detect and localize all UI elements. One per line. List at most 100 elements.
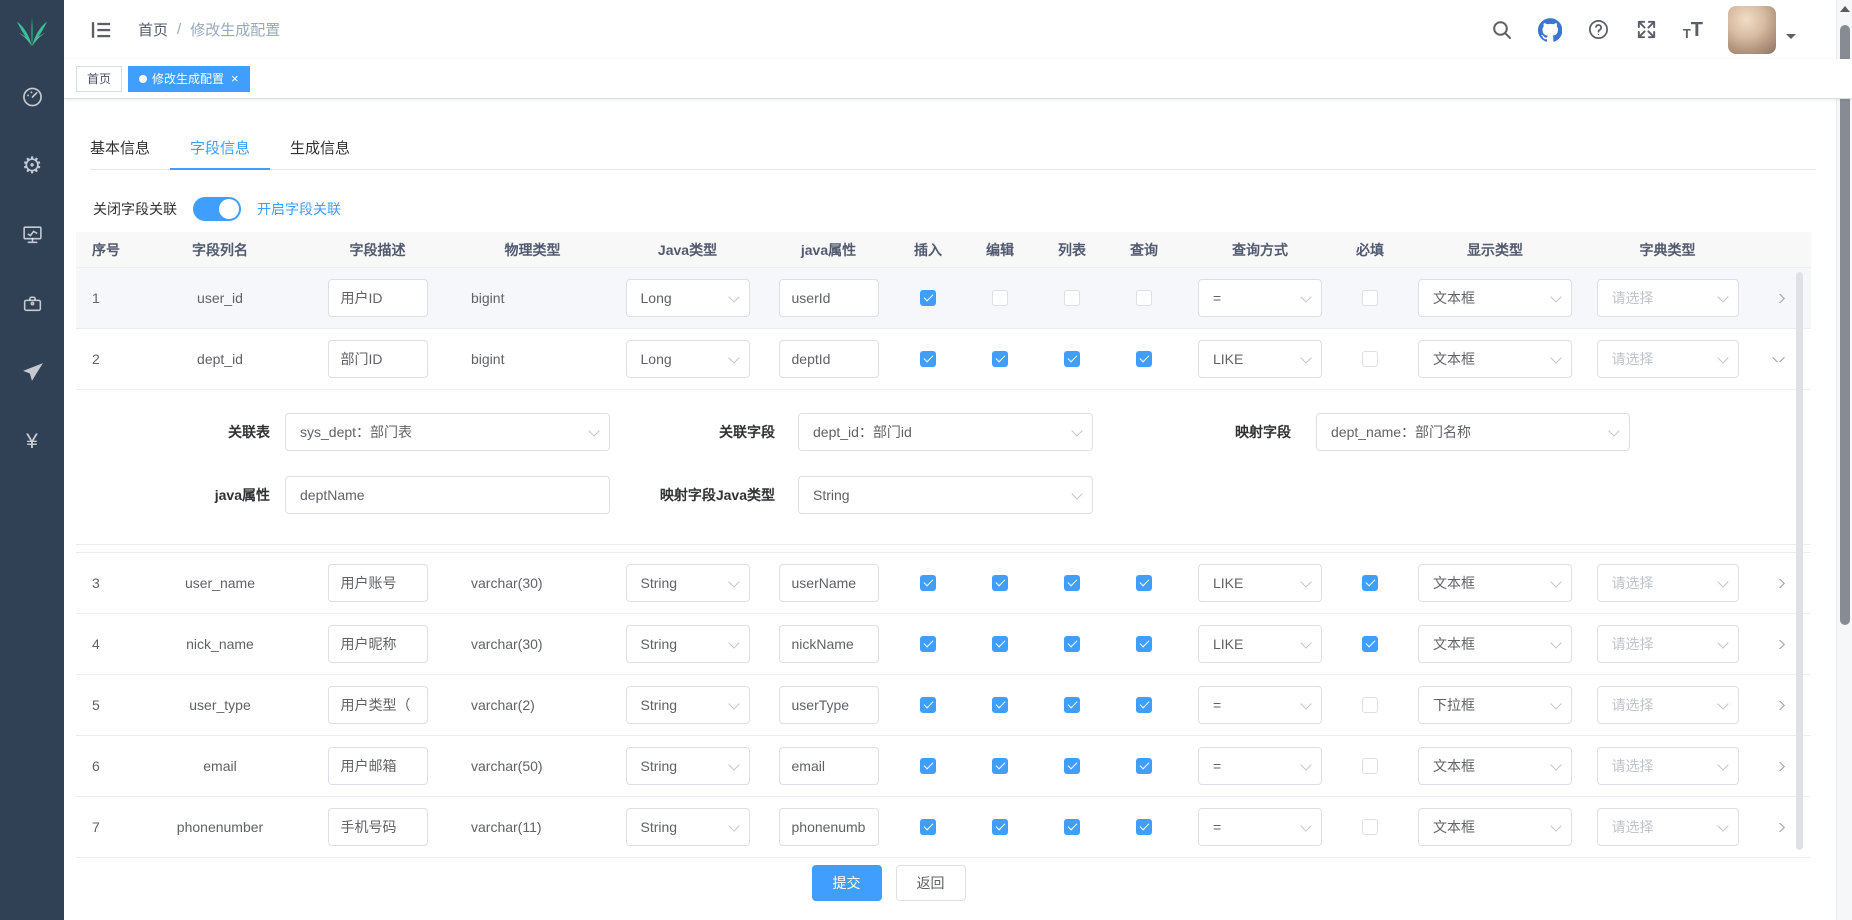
query-checkbox[interactable] [1136, 758, 1152, 774]
tab-basic-info[interactable]: 基本信息 [90, 129, 170, 169]
query-mode-select[interactable]: = [1198, 686, 1322, 724]
display-type-select[interactable]: 文本框 [1418, 625, 1572, 663]
display-type-select[interactable]: 文本框 [1418, 564, 1572, 602]
expand-chevron-icon[interactable] [1772, 579, 1785, 588]
display-type-select[interactable]: 下拉框 [1418, 686, 1572, 724]
query-mode-select[interactable]: = [1198, 808, 1322, 846]
dict-type-select[interactable]: 请选择 [1597, 808, 1739, 846]
java-type-select[interactable]: Long [626, 340, 750, 378]
display-type-select[interactable]: 文本框 [1418, 279, 1572, 317]
edit-checkbox[interactable] [992, 575, 1008, 591]
dict-type-select[interactable]: 请选择 [1597, 564, 1739, 602]
insert-checkbox[interactable] [920, 636, 936, 652]
field-description-input[interactable] [328, 279, 428, 317]
sidebar-item-pay[interactable]: ¥ [0, 407, 64, 476]
edit-checkbox[interactable] [992, 819, 1008, 835]
edit-checkbox[interactable] [992, 290, 1008, 306]
required-checkbox[interactable] [1362, 575, 1378, 591]
dict-type-select[interactable]: 请选择 [1597, 279, 1739, 317]
mapped-field-select[interactable]: dept_name：部门名称 [1316, 413, 1630, 451]
window-scrollbar-thumb[interactable] [1840, 25, 1850, 625]
tab-field-info[interactable]: 字段信息 [170, 129, 270, 169]
insert-checkbox[interactable] [920, 351, 936, 367]
expand-chevron-icon[interactable] [1772, 701, 1785, 710]
java-field-input[interactable] [779, 564, 879, 602]
insert-checkbox[interactable] [920, 697, 936, 713]
required-checkbox[interactable] [1362, 351, 1378, 367]
search-button[interactable] [1491, 19, 1513, 41]
field-description-input[interactable] [328, 340, 428, 378]
display-type-select[interactable]: 文本框 [1418, 747, 1572, 785]
app-logo[interactable] [0, 0, 64, 59]
dict-type-select[interactable]: 请选择 [1597, 340, 1739, 378]
edit-checkbox[interactable] [992, 697, 1008, 713]
window-scrollbar[interactable] [1836, 0, 1852, 920]
java-field-input[interactable] [779, 340, 879, 378]
sidebar-item-system[interactable]: ⚙ [0, 131, 64, 200]
field-description-input[interactable] [328, 686, 428, 724]
query-mode-select[interactable]: = [1198, 279, 1322, 317]
breadcrumb-home[interactable]: 首页 [138, 19, 168, 40]
java-field-input[interactable] [779, 686, 879, 724]
dict-type-select[interactable]: 请选择 [1597, 686, 1739, 724]
insert-checkbox[interactable] [920, 819, 936, 835]
list-checkbox[interactable] [1064, 575, 1080, 591]
expand-chevron-icon[interactable] [1772, 762, 1785, 771]
list-checkbox[interactable] [1064, 290, 1080, 306]
tag-current-page[interactable]: 修改生成配置 × [128, 66, 250, 92]
expand-chevron-icon[interactable] [1772, 640, 1785, 649]
sidebar-item-tool[interactable] [0, 269, 64, 338]
list-checkbox[interactable] [1064, 758, 1080, 774]
sidebar-item-monitor[interactable] [0, 200, 64, 269]
tag-close-icon[interactable]: × [231, 71, 239, 86]
display-type-select[interactable]: 文本框 [1418, 808, 1572, 846]
user-avatar[interactable] [1728, 6, 1776, 54]
tag-home[interactable]: 首页 [76, 66, 122, 92]
java-type-select[interactable]: Long [626, 279, 750, 317]
query-mode-select[interactable]: LIKE [1198, 340, 1322, 378]
query-checkbox[interactable] [1136, 575, 1152, 591]
query-checkbox[interactable] [1136, 636, 1152, 652]
insert-checkbox[interactable] [920, 758, 936, 774]
list-checkbox[interactable] [1064, 351, 1080, 367]
expand-chevron-icon[interactable] [1772, 823, 1785, 832]
java-field-input[interactable] [779, 808, 879, 846]
java-type-select[interactable]: String [626, 625, 750, 663]
back-button[interactable]: 返回 [896, 865, 966, 901]
list-checkbox[interactable] [1064, 819, 1080, 835]
help-button[interactable] [1587, 18, 1610, 41]
java-type-select[interactable]: String [626, 686, 750, 724]
query-mode-select[interactable]: = [1198, 747, 1322, 785]
required-checkbox[interactable] [1362, 758, 1378, 774]
field-description-input[interactable] [328, 625, 428, 663]
java-attr-input[interactable] [285, 476, 610, 514]
query-mode-select[interactable]: LIKE [1198, 625, 1322, 663]
java-field-input[interactable] [779, 625, 879, 663]
related-field-select[interactable]: dept_id：部门id [798, 413, 1093, 451]
related-table-select[interactable]: sys_dept：部门表 [285, 413, 610, 451]
query-checkbox[interactable] [1136, 290, 1152, 306]
dict-type-select[interactable]: 请选择 [1597, 625, 1739, 663]
field-description-input[interactable] [328, 747, 428, 785]
mapped-java-type-select[interactable]: String [798, 476, 1093, 514]
insert-checkbox[interactable] [920, 575, 936, 591]
user-menu[interactable] [1728, 6, 1796, 54]
insert-checkbox[interactable] [920, 290, 936, 306]
scroll-up-arrow-icon[interactable] [1840, 6, 1850, 12]
query-checkbox[interactable] [1136, 697, 1152, 713]
java-type-select[interactable]: String [626, 747, 750, 785]
query-checkbox[interactable] [1136, 819, 1152, 835]
required-checkbox[interactable] [1362, 697, 1378, 713]
expand-chevron-icon[interactable] [1772, 357, 1785, 362]
java-field-input[interactable] [779, 279, 879, 317]
table-scrollbar-thumb[interactable] [1796, 272, 1803, 850]
query-checkbox[interactable] [1136, 351, 1152, 367]
required-checkbox[interactable] [1362, 290, 1378, 306]
required-checkbox[interactable] [1362, 819, 1378, 835]
association-toggle[interactable] [193, 197, 241, 221]
tab-generate-info[interactable]: 生成信息 [270, 129, 370, 169]
display-type-select[interactable]: 文本框 [1418, 340, 1572, 378]
sidebar-item-dashboard[interactable] [0, 62, 64, 131]
github-link[interactable] [1538, 18, 1562, 42]
edit-checkbox[interactable] [992, 758, 1008, 774]
